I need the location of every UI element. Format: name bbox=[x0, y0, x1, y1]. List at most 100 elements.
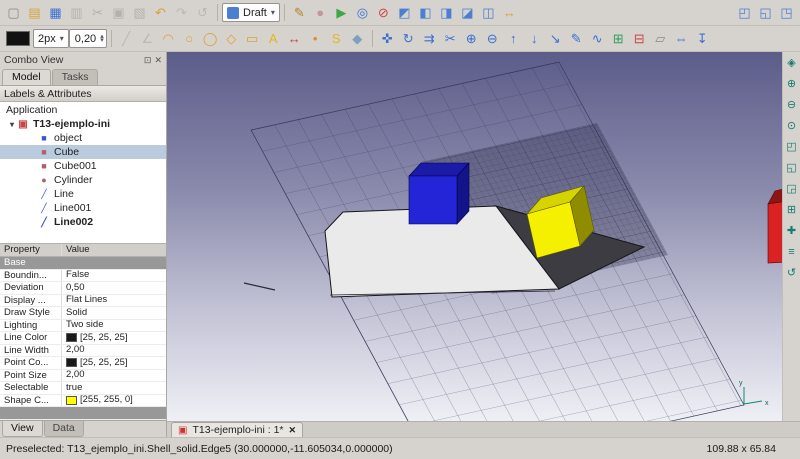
close-panel-icon[interactable]: ✕ bbox=[154, 55, 162, 66]
tab-view[interactable]: View bbox=[2, 421, 43, 437]
draft-polyline-icon[interactable]: ∠ bbox=[137, 28, 158, 49]
tree-item-cube[interactable]: ■ Cube bbox=[0, 145, 166, 159]
draft-upgrade-icon[interactable]: ↑ bbox=[503, 28, 524, 49]
sync-view-icon[interactable]: ↺ bbox=[784, 265, 800, 281]
draft-trimex-icon[interactable]: ✂ bbox=[440, 28, 461, 49]
draft-line-segment-1[interactable] bbox=[243, 282, 276, 291]
copy-icon[interactable]: ▣ bbox=[108, 2, 129, 23]
labels-attributes-header[interactable]: Labels & Attributes bbox=[0, 86, 166, 102]
fit-all-icon[interactable]: ◎ bbox=[352, 2, 373, 23]
tree-item-line001[interactable]: ╱ Line001 bbox=[0, 201, 166, 215]
view-dimetric-icon[interactable]: ◱ bbox=[755, 2, 776, 23]
draft-join-icon[interactable]: ⊕ bbox=[461, 28, 482, 49]
value-column-header[interactable]: Value bbox=[62, 244, 166, 256]
toggle-grid-icon[interactable]: ⊞ bbox=[784, 202, 800, 218]
undo-icon[interactable]: ↶ bbox=[150, 2, 171, 23]
zoom-in-icon[interactable]: ⊕ bbox=[784, 76, 800, 92]
draft-downgrade-icon[interactable]: ↓ bbox=[524, 28, 545, 49]
paste-icon[interactable]: ▧ bbox=[129, 2, 150, 23]
measure-distance-icon[interactable]: ↔ bbox=[499, 2, 520, 23]
draft-line-icon[interactable]: ╱ bbox=[116, 28, 137, 49]
property-row[interactable]: Point Size 2,00 bbox=[0, 369, 166, 382]
tree-item-root-document[interactable]: ▾ ▣ T13-ejemplo-ini bbox=[0, 117, 166, 131]
draft-point-icon[interactable]: • bbox=[305, 28, 326, 49]
macro-play-icon[interactable]: ▶ bbox=[331, 2, 352, 23]
property-row[interactable]: Draw Style Solid bbox=[0, 307, 166, 320]
edit-pen-icon[interactable]: ✎ bbox=[289, 2, 310, 23]
draft-split-icon[interactable]: ⊖ bbox=[482, 28, 503, 49]
property-row[interactable]: Base bbox=[0, 257, 166, 270]
line-color-swatch[interactable] bbox=[6, 31, 30, 46]
property-row[interactable] bbox=[0, 407, 166, 420]
red-cube-top-face[interactable] bbox=[767, 188, 782, 205]
fit-view-icon[interactable]: ⊙ bbox=[784, 118, 800, 134]
draft-polygon-icon[interactable]: ◇ bbox=[221, 28, 242, 49]
tab-tasks[interactable]: Tasks bbox=[51, 69, 99, 85]
property-row[interactable]: Lighting Two side bbox=[0, 319, 166, 332]
draft-circle-icon[interactable]: ○ bbox=[179, 28, 200, 49]
draw-style-icon[interactable]: ⊘ bbox=[373, 2, 394, 23]
tree-item-cube001[interactable]: ■ Cube001 bbox=[0, 159, 166, 173]
property-row[interactable]: Display ... Flat Lines bbox=[0, 294, 166, 307]
view-right-icon[interactable]: ◪ bbox=[457, 2, 478, 23]
tab-model[interactable]: Model bbox=[2, 69, 51, 85]
property-row[interactable]: Point Co... [25, 25, 25] bbox=[0, 357, 166, 370]
draft-scale-icon[interactable]: ↘ bbox=[545, 28, 566, 49]
property-row[interactable]: Shape C... [255, 255, 0] bbox=[0, 394, 166, 407]
tree-item-cylinder[interactable]: ● Cylinder bbox=[0, 173, 166, 187]
property-column-header[interactable]: Property bbox=[0, 244, 62, 256]
tree-item-line002[interactable]: ╱ Line002 bbox=[0, 215, 166, 229]
draft-dimension-icon[interactable]: ↔ bbox=[284, 28, 305, 49]
draft-delete-point-icon[interactable]: ⊟ bbox=[629, 28, 650, 49]
close-tab-icon[interactable]: ✕ bbox=[289, 425, 297, 436]
property-row[interactable]: Selectable true bbox=[0, 382, 166, 395]
view-trimetric-icon[interactable]: ◳ bbox=[776, 2, 797, 23]
draft-text-icon[interactable]: A bbox=[263, 28, 284, 49]
blue-cube[interactable] bbox=[408, 162, 470, 225]
blue-cube-front-face[interactable] bbox=[408, 175, 458, 225]
scale-spinbox[interactable]: 0,20 ▴ ▾ bbox=[68, 29, 107, 48]
tree-item-line[interactable]: ╱ Line bbox=[0, 187, 166, 201]
view-front-mini-icon[interactable]: ◱ bbox=[784, 160, 800, 176]
draft-stretch-icon[interactable]: ↧ bbox=[692, 28, 713, 49]
print-icon[interactable]: ▥ bbox=[66, 2, 87, 23]
red-cube-front-face[interactable] bbox=[767, 201, 782, 264]
save-file-icon[interactable]: ▦ bbox=[45, 2, 66, 23]
draft-rectangle-icon[interactable]: ▭ bbox=[242, 28, 263, 49]
view-isometric-icon[interactable]: ◰ bbox=[734, 2, 755, 23]
float-panel-icon[interactable]: ⊡ bbox=[144, 55, 152, 66]
draft-facebinder-icon[interactable]: ◆ bbox=[347, 28, 368, 49]
open-file-icon[interactable]: ▤ bbox=[24, 2, 45, 23]
workbench-selector[interactable]: Draft ▾ bbox=[222, 3, 280, 22]
view-top-mini-icon[interactable]: ◰ bbox=[784, 139, 800, 155]
draft-wire-to-bspline-icon[interactable]: ∿ bbox=[587, 28, 608, 49]
draft-ellipse-icon[interactable]: ◯ bbox=[200, 28, 221, 49]
tree-item-application[interactable]: Application bbox=[0, 103, 166, 117]
zoom-out-icon[interactable]: ⊖ bbox=[784, 97, 800, 113]
spin-down-icon[interactable]: ▾ bbox=[100, 37, 104, 44]
red-cube[interactable] bbox=[767, 188, 782, 264]
draft-move-icon[interactable]: ✜ bbox=[377, 28, 398, 49]
document-tab[interactable]: ▣ T13-ejemplo-ini : 1* ✕ bbox=[171, 422, 304, 437]
tab-data[interactable]: Data bbox=[43, 421, 84, 437]
refresh-icon[interactable]: ↺ bbox=[192, 2, 213, 23]
expander-icon[interactable]: ▾ bbox=[10, 120, 14, 129]
toggle-axis-icon[interactable]: ✚ bbox=[784, 223, 800, 239]
nav-cube-icon[interactable]: ◈ bbox=[784, 55, 800, 71]
draft-add-point-icon[interactable]: ⊞ bbox=[608, 28, 629, 49]
redo-icon[interactable]: ↷ bbox=[171, 2, 192, 23]
draft-shapestring-icon[interactable]: S bbox=[326, 28, 347, 49]
property-row[interactable]: Line Width 2,00 bbox=[0, 344, 166, 357]
draft-mirror-icon[interactable]: ⇔ bbox=[671, 28, 692, 49]
property-row[interactable]: Deviation 0,50 bbox=[0, 282, 166, 295]
3d-viewport[interactable]: y x bbox=[167, 52, 782, 421]
draft-edit-icon[interactable]: ✎ bbox=[566, 28, 587, 49]
draft-rotate-icon[interactable]: ↻ bbox=[398, 28, 419, 49]
draft-shape-2d-view-icon[interactable]: ▱ bbox=[650, 28, 671, 49]
property-row[interactable]: Boundin... False bbox=[0, 269, 166, 282]
3d-scene[interactable]: y x bbox=[167, 52, 782, 421]
view-front-icon[interactable]: ◧ bbox=[415, 2, 436, 23]
cut-icon[interactable]: ✂ bbox=[87, 2, 108, 23]
new-file-icon[interactable]: ▢ bbox=[3, 2, 24, 23]
view-right-mini-icon[interactable]: ◲ bbox=[784, 181, 800, 197]
